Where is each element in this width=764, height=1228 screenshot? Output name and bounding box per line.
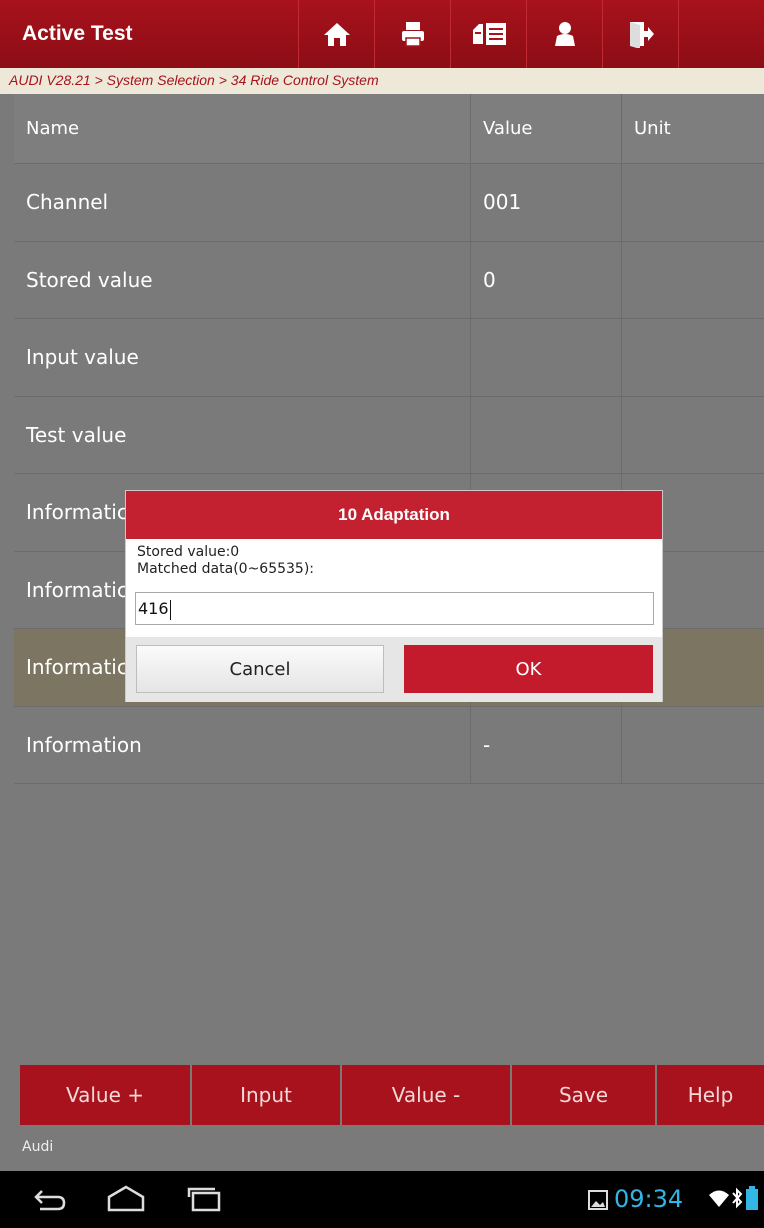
exit-icon: [629, 22, 654, 48]
wifi-icon: [709, 1190, 729, 1207]
save-button[interactable]: Save: [512, 1065, 657, 1125]
table-row[interactable]: Information -: [14, 706, 764, 784]
row-value: [470, 319, 621, 396]
dialog-title: 10 Adaptation: [126, 491, 662, 539]
row-unit: [621, 164, 764, 241]
value-plus-button[interactable]: Value +: [20, 1065, 192, 1125]
row-unit: [621, 396, 764, 473]
gallery-notification[interactable]: [588, 1190, 608, 1215]
home-outline-icon: [107, 1185, 145, 1212]
back-button[interactable]: [32, 1183, 68, 1220]
print-icon: [401, 22, 424, 47]
wifi-indicator: [708, 1187, 730, 1214]
dialog-button-row: Cancel OK: [126, 637, 662, 702]
ok-button[interactable]: OK: [404, 645, 653, 693]
table-row[interactable]: Channel 001: [14, 164, 764, 242]
row-unit: [621, 706, 764, 783]
recent-apps-icon: [187, 1187, 221, 1212]
table-row[interactable]: Input value: [14, 319, 764, 397]
user-button[interactable]: [526, 0, 602, 68]
row-name: Channel: [26, 190, 109, 215]
row-value: 001: [470, 164, 621, 241]
row-value: [470, 396, 621, 473]
input-text: 416: [138, 599, 169, 618]
back-icon: [34, 1190, 66, 1211]
battery-icon: [746, 1186, 758, 1210]
row-value: -: [470, 706, 621, 783]
column-header-name: Name: [26, 118, 80, 139]
header-spacer: [678, 0, 764, 68]
home-button[interactable]: [298, 0, 374, 68]
recent-apps-button[interactable]: [184, 1183, 224, 1220]
battery-indicator: [746, 1186, 758, 1215]
home-nav-button[interactable]: [106, 1183, 146, 1220]
vehicle-brand-label: Audi: [22, 1139, 54, 1155]
input-button[interactable]: Input: [192, 1065, 342, 1125]
column-header-value: Value: [470, 94, 621, 163]
bluetooth-icon: [732, 1187, 743, 1209]
report-button[interactable]: [450, 0, 526, 68]
column-header-unit: Unit: [621, 94, 764, 163]
picture-icon: [588, 1190, 608, 1210]
adaptation-dialog: 10 Adaptation Stored value:0 Matched dat…: [125, 490, 663, 702]
system-nav-bar: 09:34: [0, 1171, 764, 1228]
table-row[interactable]: Test value: [14, 396, 764, 474]
row-value: 0: [470, 241, 621, 318]
row-unit: [621, 241, 764, 318]
value-minus-button[interactable]: Value -: [342, 1065, 512, 1125]
row-name: Information: [26, 732, 142, 757]
matched-data-input[interactable]: 416: [135, 592, 654, 625]
cancel-button[interactable]: Cancel: [136, 645, 384, 693]
clock: 09:34: [614, 1185, 684, 1213]
app-header: Active Test: [0, 0, 764, 68]
matched-data-text: Matched data(0~65535):: [137, 561, 315, 577]
breadcrumb: AUDI V28.21 > System Selection > 34 Ride…: [0, 68, 764, 94]
home-icon: [323, 23, 350, 46]
print-button[interactable]: [374, 0, 450, 68]
page-title: Active Test: [22, 22, 133, 45]
row-name: Test value: [26, 422, 127, 447]
bluetooth-indicator: [731, 1187, 743, 1214]
user-icon: [554, 22, 575, 46]
stored-value-text: Stored value:0: [137, 544, 240, 560]
text-cursor: [169, 599, 171, 620]
help-button[interactable]: Help: [657, 1065, 764, 1125]
status-line: Audi: [0, 1125, 764, 1171]
row-name: Input value: [26, 345, 139, 370]
report-icon: [472, 23, 506, 45]
row-name: Stored value: [26, 267, 153, 292]
table-row[interactable]: Stored value 0: [14, 241, 764, 319]
exit-button[interactable]: [602, 0, 678, 68]
bottom-toolbar: Value + Input Value - Save Help: [20, 1065, 764, 1125]
row-unit: [621, 319, 764, 396]
table-header-row: Name Value Unit: [14, 94, 764, 164]
